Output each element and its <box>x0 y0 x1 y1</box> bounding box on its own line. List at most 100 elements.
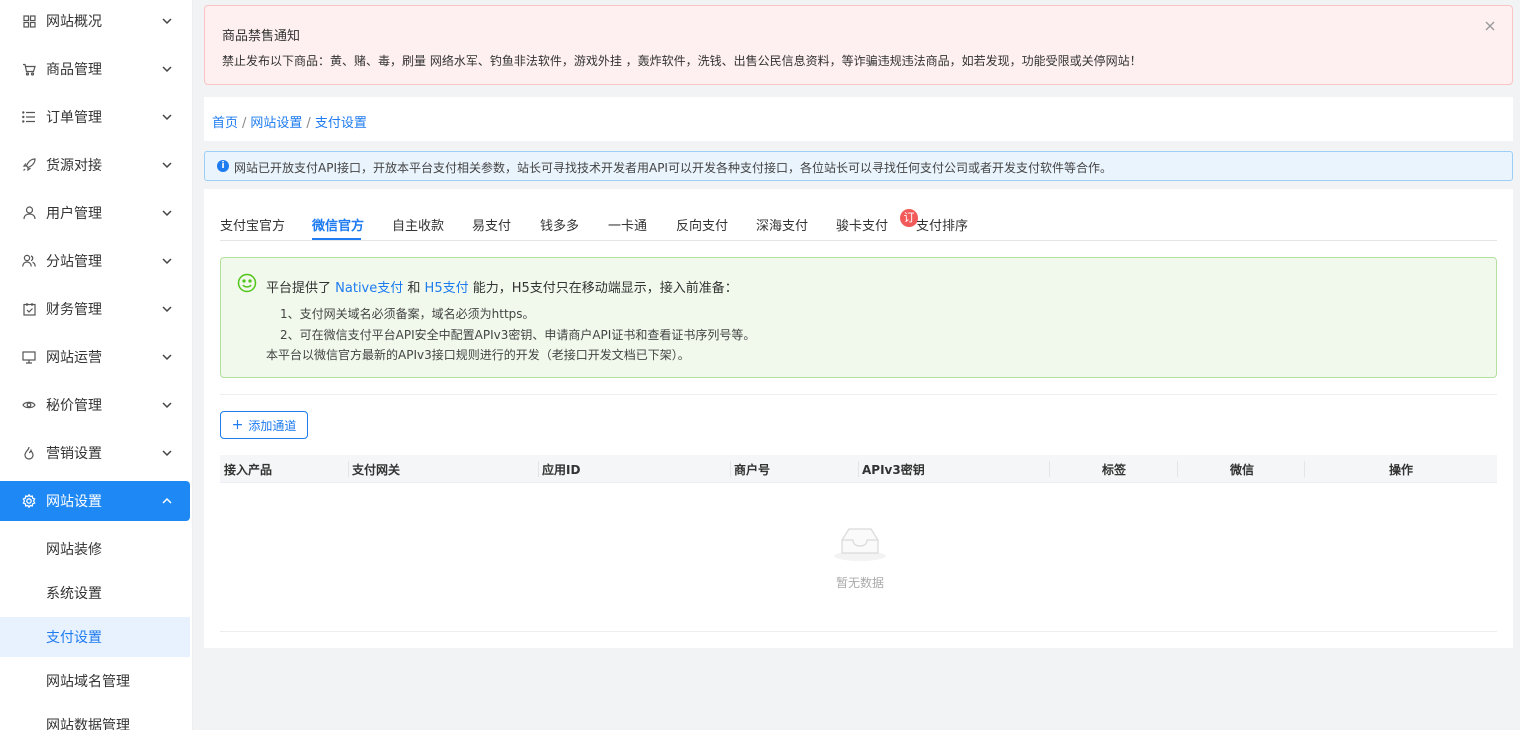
tab-shenhai-payment[interactable]: 深海支付 <box>756 215 808 234</box>
sidebar-item-label: 货源对接 <box>46 158 102 174</box>
payment-panel: 支付宝官方 微信官方 自主收款 易支付 钱多多 一卡通 反向支付 深海支付 骏卡… <box>204 189 1513 648</box>
wechat-tips-alert: 平台提供了 Native支付 和 H5支付 能力，H5支付只在移动端显示，接入前… <box>220 257 1497 378</box>
chevron-down-icon <box>160 62 174 76</box>
column-divider <box>858 461 859 477</box>
empty-text: 暂无数据 <box>835 576 884 590</box>
notice-title: 商品禁售通知 <box>222 29 301 44</box>
sidebar-item-secret-price[interactable]: 秘价管理 <box>0 385 190 425</box>
table-header: 接入产品 支付网关 应用ID 商户号 APIv3密钥 标签 微信 操作 <box>220 455 1497 483</box>
monitor-icon <box>22 350 36 364</box>
column-divider <box>348 461 349 477</box>
breadcrumb: 首页 / 网站设置 / 支付设置 <box>212 112 367 131</box>
smile-icon <box>237 273 257 293</box>
tab-reverse-payment[interactable]: 反向支付 <box>676 215 728 234</box>
h5-payment-link[interactable]: H5支付 <box>425 281 469 296</box>
chevron-down-icon <box>160 302 174 316</box>
sidebar-subitem-decoration[interactable]: 网站装修 <box>0 529 190 569</box>
notice-text: 禁止发布以下商品：黄、赌、毒，刷量 网络水军、钓鱼非法软件，游戏外挂 ，轰炸软件… <box>222 54 1142 68</box>
chevron-down-icon <box>160 110 174 124</box>
chevron-down-icon <box>160 254 174 268</box>
divider <box>220 394 1497 395</box>
tab-epay[interactable]: 易支付 <box>472 215 511 234</box>
tab-payment-order[interactable]: 支付排序 <box>916 215 968 234</box>
sidebar-item-finance[interactable]: 财务管理 <box>0 289 190 329</box>
sidebar-item-overview[interactable]: 网站概况 <box>0 1 190 41</box>
tab-junka-payment[interactable]: 骏卡支付 <box>836 215 888 234</box>
column-header: 微信 <box>1230 463 1255 477</box>
add-channel-button[interactable]: + 添加通道 <box>220 411 308 439</box>
alert-line: 1、支付网关域名必须备案，域名必须为https。 <box>280 307 535 321</box>
sidebar-item-products[interactable]: 商品管理 <box>0 49 190 89</box>
grid-icon <box>22 14 36 28</box>
users-icon <box>22 254 36 268</box>
breadcrumb-separator: / <box>242 116 247 131</box>
breadcrumb-separator: / <box>306 116 311 131</box>
chevron-up-icon <box>160 494 174 508</box>
chevron-down-icon <box>160 398 174 412</box>
sidebar-item-supply[interactable]: 货源对接 <box>0 145 190 185</box>
sidebar-subitem-data-management[interactable]: 网站数据管理 <box>0 705 190 730</box>
sidebar-item-label: 用户管理 <box>46 206 102 222</box>
alert-heading: 平台提供了 Native支付 和 H5支付 能力，H5支付只在移动端显示，接入前… <box>266 281 738 296</box>
breadcrumb-bar: 首页 / 网站设置 / 支付设置 <box>204 97 1513 141</box>
column-header: 商户号 <box>734 463 771 477</box>
column-divider <box>1304 461 1305 477</box>
sidebar-item-orders[interactable]: 订单管理 <box>0 97 190 137</box>
sidebar-item-operations[interactable]: 网站运营 <box>0 337 190 377</box>
sidebar-subitem-domain-management[interactable]: 网站域名管理 <box>0 661 190 701</box>
cart-icon <box>22 62 36 76</box>
sidebar-item-users[interactable]: 用户管理 <box>0 193 190 233</box>
column-divider <box>538 461 539 477</box>
sidebar-item-label: 秘价管理 <box>46 398 102 414</box>
rocket-icon <box>22 158 36 172</box>
breadcrumb-current: 支付设置 <box>314 116 367 131</box>
sidebar-item-label: 网站运营 <box>46 350 102 366</box>
breadcrumb-site-settings[interactable]: 网站设置 <box>250 116 302 131</box>
sidebar-item-label: 营销设置 <box>46 446 102 462</box>
tab-qianduoduo[interactable]: 钱多多 <box>540 215 579 234</box>
sidebar-item-label: 商品管理 <box>46 62 102 78</box>
column-divider <box>1049 461 1050 477</box>
column-divider <box>1177 461 1178 477</box>
alert-line: 本平台以微信官方最新的APIv3接口规则进行的开发（老接口开发文档已下架）。 <box>266 348 690 362</box>
tab-wechat[interactable]: 微信官方 <box>312 215 364 234</box>
sidebar-item-label: 财务管理 <box>46 302 102 318</box>
info-icon: i <box>217 160 229 172</box>
chevron-down-icon <box>160 446 174 460</box>
flame-icon <box>22 446 36 460</box>
sidebar-item-substations[interactable]: 分站管理 <box>0 241 190 281</box>
chevron-down-icon <box>160 206 174 220</box>
alert-line: 2、可在微信支付平台API安全中配置APIv3密钥、申请商户API证书和查看证书… <box>280 328 756 342</box>
column-header: 标签 <box>1102 463 1127 477</box>
sidebar-subitem-system-settings[interactable]: 系统设置 <box>0 573 190 613</box>
breadcrumb-home[interactable]: 首页 <box>212 116 238 131</box>
gear-icon <box>22 494 36 508</box>
prohibited-goods-notice: 商品禁售通知 禁止发布以下商品：黄、赌、毒，刷量 网络水军、钓鱼非法软件，游戏外… <box>204 5 1513 85</box>
column-divider <box>730 461 731 477</box>
empty-inbox-icon <box>832 522 888 562</box>
api-info-banner: i 网站已开放支付API接口，开放本平台支付相关参数，站长可寻找技术开发者用AP… <box>204 151 1513 181</box>
table-bottom-border <box>220 631 1497 632</box>
list-icon <box>22 110 36 124</box>
close-icon[interactable] <box>1484 20 1496 32</box>
column-header: APIv3密钥 <box>862 463 925 477</box>
native-payment-link[interactable]: Native支付 <box>335 281 403 296</box>
tab-yikatong[interactable]: 一卡通 <box>608 215 647 234</box>
sidebar-item-site-settings[interactable]: 网站设置 <box>0 481 190 521</box>
sidebar-item-label: 分站管理 <box>46 254 102 270</box>
payment-tabs: 支付宝官方 微信官方 自主收款 易支付 钱多多 一卡通 反向支付 深海支付 骏卡… <box>220 209 1497 241</box>
eye-icon <box>22 398 36 412</box>
column-header: 操作 <box>1389 463 1414 477</box>
column-header: 接入产品 <box>224 463 273 477</box>
info-text: 网站已开放支付API接口，开放本平台支付相关参数，站长可寻找技术开发者用API可… <box>234 161 1112 175</box>
chevron-down-icon <box>160 158 174 172</box>
tab-alipay[interactable]: 支付宝官方 <box>220 215 285 234</box>
sidebar: 网站概况 商品管理 订单管理 货源对接 用户管理 分站管理 财务管理 网站运营 <box>0 0 193 730</box>
tab-self-collection[interactable]: 自主收款 <box>392 215 444 234</box>
user-icon <box>22 206 36 220</box>
active-tab-indicator <box>312 238 361 240</box>
sidebar-subitem-payment-settings[interactable]: 支付设置 <box>0 617 190 657</box>
chevron-down-icon <box>160 350 174 364</box>
sidebar-item-marketing[interactable]: 营销设置 <box>0 433 190 473</box>
calendar-icon <box>22 302 36 316</box>
